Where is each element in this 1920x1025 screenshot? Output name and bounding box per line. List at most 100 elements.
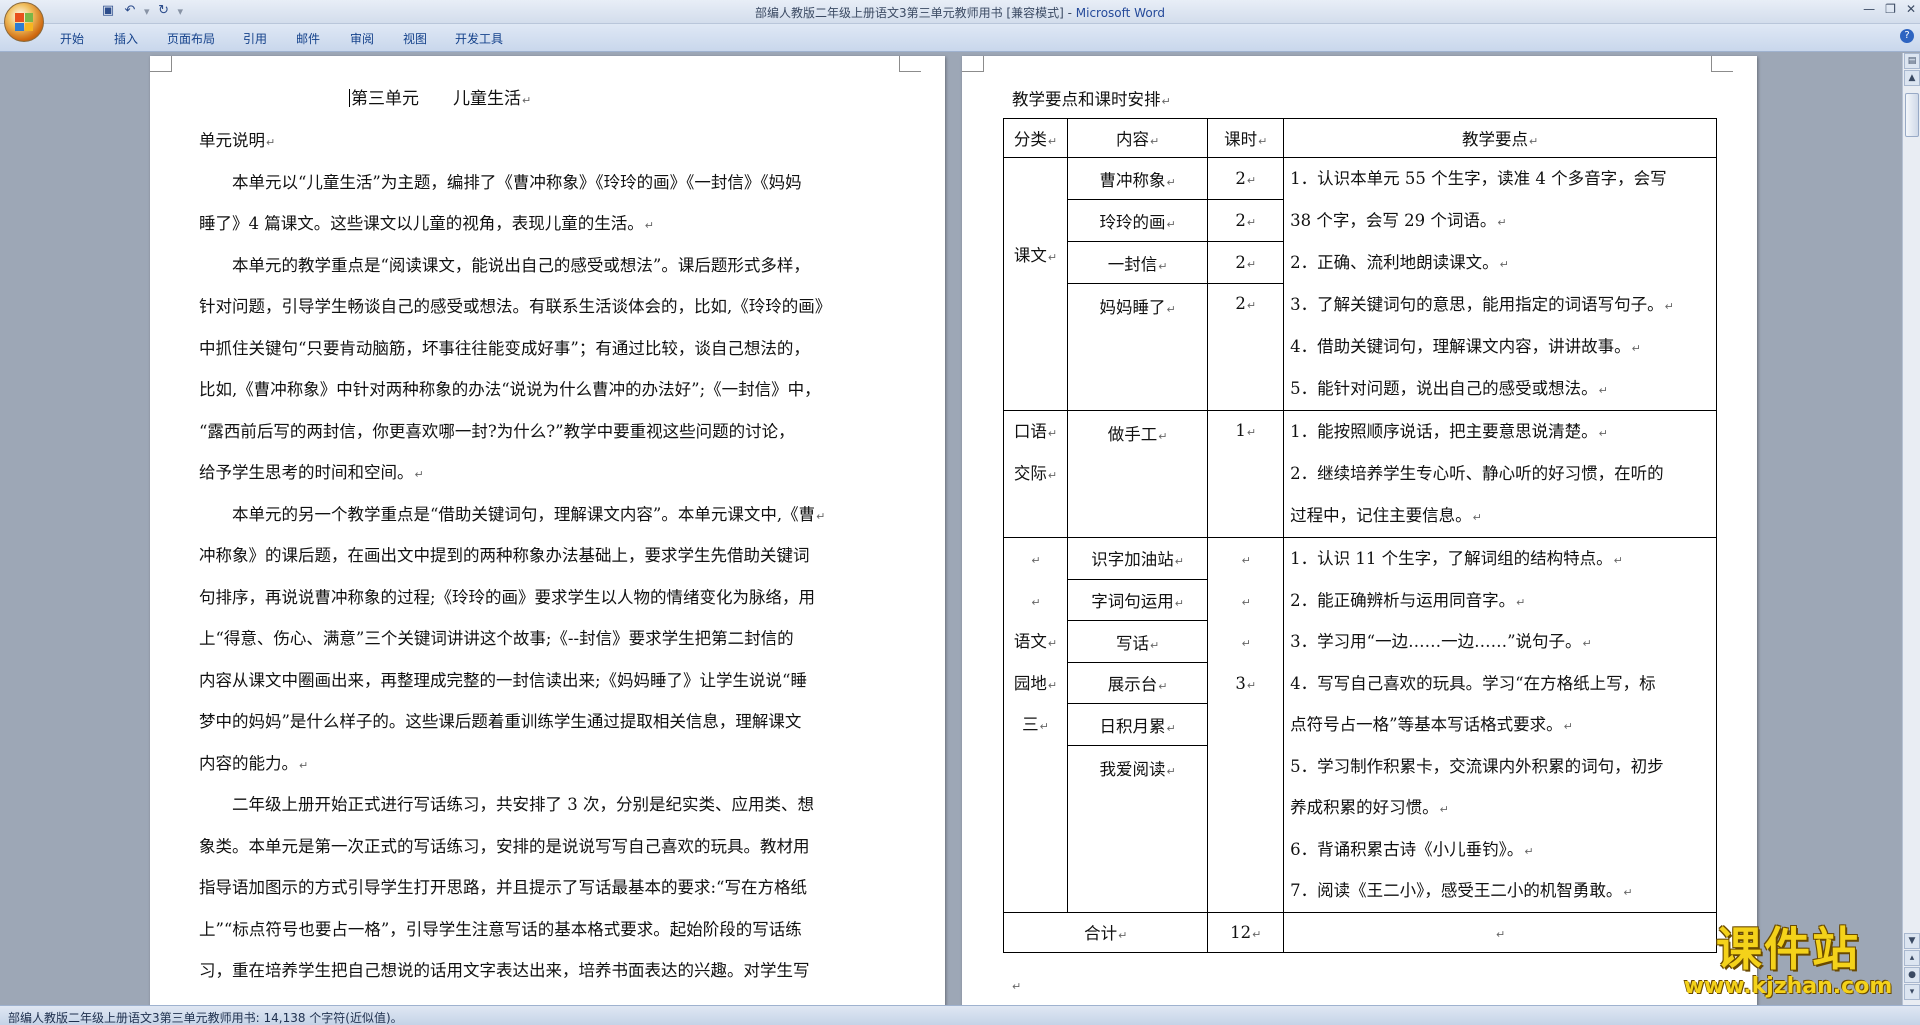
content-cell: 我爱阅读↵	[1066, 745, 1209, 913]
tab-review[interactable]: 审阅	[350, 30, 374, 47]
page-left[interactable]: 第三单元 儿童生活↵ 单元说明↵ 本单元以“儿童生活”为主题，编排了《曹冲称象》…	[150, 56, 945, 1005]
vertical-scrollbar[interactable]: ▤ ▲ ▼ ▴ ● ▾	[1902, 53, 1920, 1005]
scroll-up-icon[interactable]: ▲	[1904, 70, 1920, 86]
status-text: 部编人教版二年级上册语文3第三单元教师用书: 14,138 个字符(近似值)。	[8, 1011, 403, 1025]
body-line: 中抓住关键句“只要肯动脑筋，坏事往往能变成好事”；有通过比较，谈自己想法的，	[199, 339, 810, 358]
body-line: “露西前后写的两封信，你更喜欢哪一封?为什么?”教学中要重视这些问题的讨论，	[199, 422, 795, 441]
tab-view[interactable]: 视图	[403, 30, 427, 47]
schedule-table: 分类↵ 内容↵ 课时↵ 教学要点↵ 课文↵ 曹冲称象↵ 2↵ 1．认识本单元 5…	[1002, 118, 1717, 953]
office-button[interactable]	[4, 2, 44, 42]
points-cell: 1．认识本单元 55 个生字，读准 4 个多音字，会写 38 个字，会写 29 …	[1283, 157, 1717, 411]
total-label-cell: 合计↵	[1002, 911, 1209, 953]
margin-corner-tr	[899, 56, 921, 72]
hours-cell: 1↵	[1207, 410, 1285, 538]
body-line: 本单元的教学重点是“阅读课文，能说出自己的感受或想法”。课后题形式多样，	[199, 256, 810, 275]
header-category: 分类↵	[1003, 118, 1068, 158]
title-separator: -	[1063, 6, 1076, 20]
scroll-down-icon[interactable]: ▼	[1904, 933, 1920, 949]
tab-mailings[interactable]: 邮件	[296, 30, 320, 47]
hours-cell: 2↵	[1207, 283, 1285, 411]
category-line: 园地↵	[1013, 673, 1058, 693]
content-cell: 妈妈睡了↵	[1066, 283, 1209, 411]
ruler-toggle-icon[interactable]: ▤	[1904, 53, 1920, 69]
point-line: 点符号占一格”等基本写话格式要求。↵	[1290, 715, 1573, 734]
point-line: 5．能针对问题，说出自己的感受或想法。↵	[1290, 379, 1608, 398]
body-line: 针对问题，引导学生畅谈自己的感受或想法。有联系生活谈体会的，比如,《玲玲的画》	[199, 297, 832, 316]
body-line: 上”“标点符号也要占一格”，引导学生注意写话的基本格式要求。起始阶段的写话练	[199, 920, 802, 939]
tab-page-layout[interactable]: 页面布局	[167, 30, 215, 47]
point-line: 2．能正确辨析与运用同音字。↵	[1290, 590, 1526, 610]
content-cell: 日积月累↵	[1066, 703, 1209, 747]
body-line: 冲称象》的课后题，在画出文中提到的两种称象办法基础上，要求学生先借助关键词	[199, 546, 810, 565]
content-cell: 识字加油站↵	[1066, 537, 1209, 580]
points-cell: 1．认识 11 个生字，了解词组的结构特点。↵ 2．能正确辨析与运用同音字。↵ …	[1283, 537, 1717, 913]
hours-line: 3↵	[1235, 673, 1257, 693]
margin-corner-tl	[150, 56, 172, 72]
help-icon[interactable]: ?	[1900, 29, 1914, 43]
body-line: 内容的能力。↵	[199, 754, 309, 773]
header-points: 教学要点↵	[1283, 118, 1717, 158]
title-bar: ▣ ↶ ▾ ↻ ▾ 部编人教版二年级上册语文3第三单元教师用书 [兼容模式] -…	[0, 0, 1920, 24]
total-row: 合计↵ 12↵ ↵	[1002, 911, 1717, 953]
body-line: 二年级上册开始正式进行写话练习，共安排了 3 次，分别是纪实类、应用类、想	[199, 795, 814, 814]
document-title: 部编人教版二年级上册语文3第三单元教师用书 [兼容模式]	[754, 6, 1064, 20]
content-cell: 玲玲的画↵	[1066, 199, 1209, 243]
body-line: 上“得意、伤心、满意”三个关键词讲讲这个故事;《--封信》要求学生把第二封信的	[199, 629, 794, 648]
next-page-icon[interactable]: ▾	[1904, 984, 1920, 1000]
close-icon[interactable]: ✕	[1906, 2, 1916, 16]
paragraph-mark: ↵	[1012, 980, 1022, 993]
total-points-cell: ↵	[1283, 911, 1717, 953]
point-line: 4．写写自己喜欢的玩具。学习“在方格纸上写，标	[1290, 673, 1656, 693]
total-hours-cell: 12↵	[1207, 911, 1285, 953]
hours-cell: 2↵	[1207, 241, 1285, 285]
hours-cell: ↵ ↵ ↵ 3↵	[1207, 537, 1285, 913]
section-title: 单元说明↵	[199, 131, 276, 150]
watermark-title: 课件站	[1716, 922, 1860, 976]
category-cell: 口语↵ 交际↵	[1003, 410, 1068, 538]
point-line: 1．认识本单元 55 个生字，读准 4 个多音字，会写	[1290, 169, 1667, 188]
point-line: 养成积累的好习惯。↵	[1290, 798, 1449, 817]
scroll-thumb[interactable]	[1905, 93, 1919, 137]
tab-home[interactable]: 开始	[60, 30, 84, 47]
body-line: 给予学生思考的时间和空间。↵	[199, 463, 424, 482]
body-line: 习，重在培养学生把自己想说的话用文字表达出来，培养书面表达的兴趣。对学生写	[199, 961, 810, 980]
table-row: 口语↵ 交际↵ 做手工↵ 1↵ 1．能按照顺序说话，把主要意思说清楚。↵ 2．继…	[1003, 410, 1717, 538]
table-row: 课文↵ 曹冲称象↵ 2↵ 1．认识本单元 55 个生字，读准 4 个多音字，会写…	[1003, 156, 1717, 411]
tab-references[interactable]: 引用	[243, 30, 267, 47]
header-content: 内容↵	[1066, 118, 1209, 158]
category-line: 交际↵	[1013, 464, 1058, 483]
previous-page-icon[interactable]: ▴	[1904, 950, 1920, 966]
point-line: 2．正确、流利地朗读课文。↵	[1290, 253, 1509, 272]
ribbon-tabs: 开始 插入 页面布局 引用 邮件 审阅 视图 开发工具 ?	[0, 24, 1920, 52]
restore-icon[interactable]: ❐	[1885, 2, 1896, 16]
hours-line: ↵	[1241, 554, 1251, 567]
hours-cell: 2↵	[1207, 199, 1285, 243]
body-line: 指导语加图示的方式引导学生打开思路，并且提示了写话最基本的要求:“写在方格纸	[199, 878, 807, 897]
document-area: 第三单元 儿童生活↵ 单元说明↵ 本单元以“儿童生活”为主题，编排了《曹冲称象》…	[0, 53, 1902, 1005]
margin-corner-tr	[1711, 56, 1733, 72]
watermark-url: www.kjzhan.com	[1683, 974, 1893, 999]
text-cursor	[349, 89, 350, 107]
page-right[interactable]: 教学要点和课时安排↵ 分类↵ 内容↵ 课时↵ 教学要点↵ 课文↵ 曹冲称象↵ 2…	[962, 56, 1757, 1005]
page-heading: 第三单元 儿童生活↵	[349, 89, 532, 109]
point-line: 5．学习制作积累卡，交流课内外积累的词句，初步	[1290, 756, 1664, 776]
category-cell: ↵ ↵ 语文↵ 园地↵ 三↵	[1003, 537, 1068, 913]
point-line: 38 个字，会写 29 个词语。↵	[1290, 211, 1507, 230]
category-line: 三↵	[1022, 715, 1049, 734]
margin-corner-tl	[962, 56, 984, 72]
tab-developer[interactable]: 开发工具	[455, 30, 503, 47]
table-heading: 教学要点和课时安排↵	[1012, 90, 1171, 109]
select-browse-object-icon[interactable]: ●	[1904, 967, 1920, 983]
point-line: 3．了解关键词句的意思，能用指定的词语写句子。↵	[1290, 295, 1674, 314]
header-hours: 课时↵	[1207, 118, 1285, 158]
status-bar: 部编人教版二年级上册语文3第三单元教师用书: 14,138 个字符(近似值)。	[0, 1005, 1920, 1025]
body-line: 内容从课文中圈画出来，再整理成完整的一封信读出来;《妈妈睡了》让学生说说“睡	[199, 671, 807, 690]
minimize-icon[interactable]: —	[1863, 2, 1875, 16]
app-name: Microsoft Word	[1075, 6, 1166, 20]
category-line: ↵	[1031, 554, 1041, 567]
tab-insert[interactable]: 插入	[114, 30, 138, 47]
body-line: 本单元的另一个教学重点是“借助关键词句，理解课文内容”。本单元课文中,《曹↵	[199, 505, 826, 524]
content-cell: 字词句运用↵	[1066, 578, 1209, 622]
watermark-logo: 课件站 www.kjzhan.com	[1672, 924, 1904, 1000]
body-line: 睡了》4 篇课文。这些课文以儿童的视角，表现儿童的生活。↵	[199, 214, 654, 233]
